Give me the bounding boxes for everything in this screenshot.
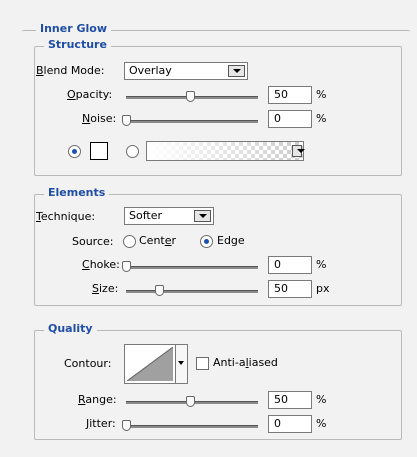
choke-unit: % bbox=[316, 258, 327, 271]
gradient-radio[interactable] bbox=[126, 145, 139, 158]
blend-mode-select[interactable]: Overlay bbox=[124, 62, 248, 80]
gradient-picker[interactable] bbox=[146, 141, 305, 161]
jitter-field[interactable]: 0 bbox=[268, 415, 312, 433]
choke-label: Choke: bbox=[82, 258, 120, 271]
opacity-slider-thumb[interactable] bbox=[186, 91, 195, 102]
noise-field[interactable]: 0 bbox=[268, 110, 312, 128]
blend-mode-value: Overlay bbox=[129, 64, 172, 77]
technique-select[interactable]: Softer bbox=[124, 207, 214, 225]
jitter-unit: % bbox=[316, 417, 327, 430]
elements-title: Elements bbox=[44, 186, 110, 200]
jitter-label: Jitter: bbox=[86, 417, 116, 430]
jitter-slider-thumb[interactable] bbox=[122, 420, 131, 431]
jitter-slider-track[interactable] bbox=[126, 425, 258, 428]
technique-label: Technique: bbox=[36, 210, 96, 223]
size-slider-thumb[interactable] bbox=[155, 285, 164, 296]
contour-dropdown-button[interactable] bbox=[176, 344, 188, 384]
range-slider-thumb[interactable] bbox=[186, 396, 195, 407]
source-edge-radio[interactable] bbox=[200, 235, 213, 248]
range-label: Range: bbox=[78, 393, 117, 406]
chevron-down-icon[interactable] bbox=[292, 145, 305, 157]
inner-glow-title: Inner Glow bbox=[36, 22, 111, 36]
anti-aliased-label: Anti-aliased bbox=[213, 356, 278, 369]
source-label: Source: bbox=[72, 235, 114, 248]
choke-field[interactable]: 0 bbox=[268, 256, 312, 274]
opacity-label: Opacity: bbox=[67, 88, 113, 101]
anti-aliased-checkbox[interactable] bbox=[196, 357, 209, 370]
quality-title: Quality bbox=[44, 322, 97, 336]
source-edge-label: Edge bbox=[217, 234, 245, 247]
choke-slider-track[interactable] bbox=[126, 266, 258, 269]
range-unit: % bbox=[316, 393, 327, 406]
choke-slider-thumb[interactable] bbox=[122, 261, 131, 272]
size-unit: px bbox=[316, 282, 330, 295]
opacity-unit: % bbox=[316, 88, 327, 101]
solid-color-radio[interactable] bbox=[68, 145, 81, 158]
size-field[interactable]: 50 bbox=[268, 280, 312, 298]
contour-label: Contour: bbox=[64, 357, 112, 370]
noise-slider-thumb[interactable] bbox=[122, 115, 131, 126]
noise-unit: % bbox=[316, 112, 327, 125]
chevron-down-icon[interactable] bbox=[194, 210, 211, 222]
structure-title: Structure bbox=[44, 38, 111, 52]
chevron-down-icon[interactable] bbox=[228, 65, 245, 77]
glow-color-swatch[interactable] bbox=[90, 142, 108, 160]
technique-value: Softer bbox=[129, 209, 162, 222]
noise-label: Noise: bbox=[82, 112, 117, 125]
contour-preview[interactable] bbox=[124, 344, 176, 384]
size-label: Size: bbox=[92, 282, 119, 295]
contour-curve-icon bbox=[127, 347, 173, 381]
blend-mode-label: Blend Mode: bbox=[36, 64, 105, 77]
inner-glow-panel: Inner Glow Structure Blend Mode: Overlay… bbox=[0, 0, 417, 457]
source-center-radio[interactable] bbox=[123, 235, 136, 248]
opacity-field[interactable]: 50 bbox=[268, 86, 312, 104]
range-field[interactable]: 50 bbox=[268, 391, 312, 409]
size-slider-track[interactable] bbox=[126, 290, 258, 293]
noise-slider-track[interactable] bbox=[126, 120, 258, 123]
source-center-label: Center bbox=[139, 234, 177, 247]
